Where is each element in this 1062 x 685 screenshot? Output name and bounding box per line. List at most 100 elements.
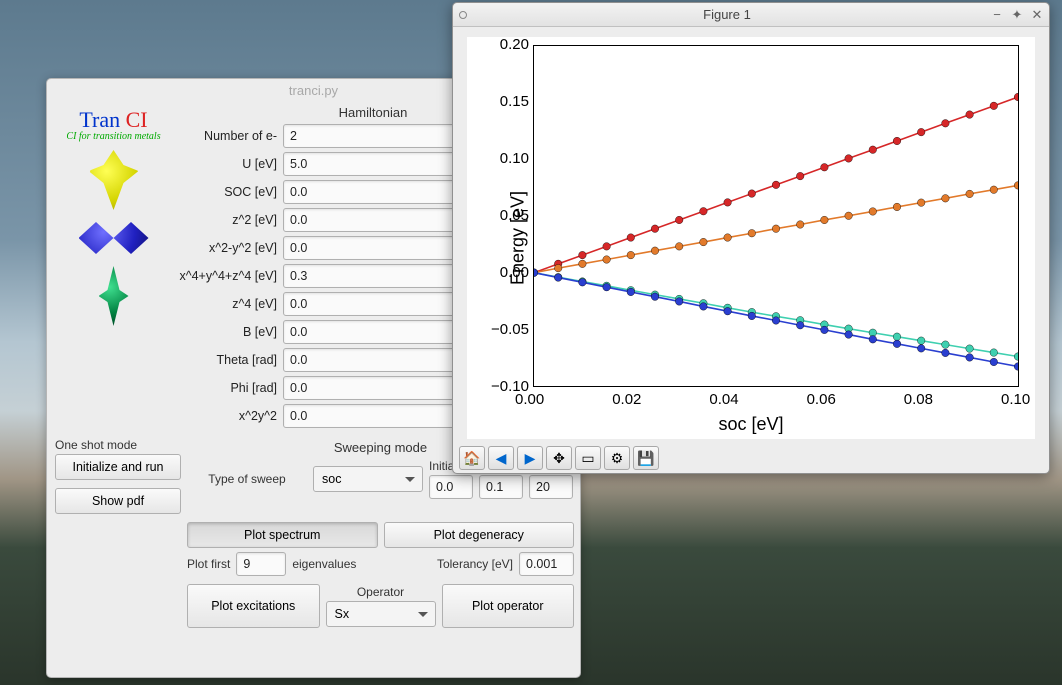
ham-label-9: Phi [rad] (172, 381, 277, 395)
typeofsweep-select[interactable]: soc (313, 466, 423, 492)
point-blue (942, 349, 950, 357)
window-menu-icon[interactable] (459, 11, 467, 19)
point-teal (917, 337, 925, 345)
show-pdf-button[interactable]: Show pdf (55, 488, 181, 514)
orbital-green-icon (99, 266, 129, 326)
point-orange (917, 199, 925, 207)
ham-label-6: z^4 [eV] (172, 297, 277, 311)
point-orange (748, 229, 756, 237)
point-blue (796, 321, 804, 329)
point-red (869, 146, 877, 154)
ham-label-10: x^2y^2 (172, 409, 277, 423)
initialize-run-button[interactable]: Initialize and run (55, 454, 181, 480)
point-orange (724, 234, 732, 242)
ham-label-0: Number of e- (172, 129, 277, 143)
orbital-blue-icon (79, 218, 149, 258)
ytick: 0.20 (500, 36, 529, 53)
tolerancy-label: Tolerancy [eV] (437, 557, 513, 571)
plot-operator-button[interactable]: Plot operator (442, 584, 575, 628)
initial-input[interactable] (429, 475, 473, 499)
point-red (966, 111, 974, 119)
pan-icon[interactable]: ✥ (546, 446, 572, 470)
plot-excitations-button[interactable]: Plot excitations (187, 584, 320, 628)
point-orange (651, 247, 659, 255)
xtick: 0.06 (807, 391, 836, 408)
orbital-yellow-icon (89, 150, 139, 210)
ham-label-8: Theta [rad] (172, 353, 277, 367)
point-red (651, 225, 659, 233)
point-orange (893, 203, 901, 211)
figure-titlebar[interactable]: Figure 1 − ✦ ✕ (453, 3, 1049, 27)
point-orange (700, 238, 708, 246)
ham-label-3: z^2 [eV] (172, 213, 277, 227)
point-teal (942, 341, 950, 349)
close-icon[interactable]: ✕ (1031, 9, 1043, 21)
point-orange (990, 186, 998, 194)
ytick: 0.10 (500, 150, 529, 167)
point-red (821, 163, 829, 171)
plot-degeneracy-button[interactable]: Plot degeneracy (384, 522, 575, 548)
ham-label-4: x^2-y^2 [eV] (172, 241, 277, 255)
point-blue (772, 317, 780, 325)
point-blue (748, 312, 756, 320)
operator-select[interactable]: Sx (326, 601, 436, 627)
logo-panel: Tran CI CI for transition metals (47, 101, 172, 434)
plot-spectrum-button[interactable]: Plot spectrum (187, 522, 378, 548)
point-red (942, 120, 950, 128)
point-red (627, 234, 635, 242)
point-blue (893, 340, 901, 348)
back-icon[interactable]: ◀ (488, 446, 514, 470)
point-red (772, 181, 780, 189)
point-red (700, 207, 708, 215)
maximize-icon[interactable]: ✦ (1011, 9, 1023, 21)
point-blue (554, 274, 562, 282)
tolerancy-input[interactable] (519, 552, 574, 576)
point-orange (796, 221, 804, 229)
ytick: 0.05 (500, 207, 529, 224)
point-red (893, 137, 901, 145)
point-teal (1014, 353, 1018, 361)
xtick: 0.02 (612, 391, 641, 408)
point-red (990, 102, 998, 110)
point-orange (675, 243, 683, 251)
final-input[interactable] (479, 475, 523, 499)
home-icon[interactable]: 🏠 (459, 446, 485, 470)
point-red (1014, 93, 1018, 101)
point-red (748, 190, 756, 198)
eigenvalues-label: eigenvalues (292, 557, 356, 571)
save-icon[interactable]: 💾 (633, 446, 659, 470)
zoom-icon[interactable]: ▭ (575, 446, 601, 470)
xtick: 0.00 (515, 391, 544, 408)
point-teal (966, 345, 974, 353)
point-red (603, 243, 611, 251)
point-orange (966, 190, 974, 198)
plotfirst-input[interactable] (236, 552, 286, 576)
point-red (724, 199, 732, 207)
figure-title: Figure 1 (471, 7, 983, 22)
point-blue (724, 307, 732, 315)
ytick: 0.00 (500, 264, 529, 281)
steps-input[interactable] (529, 475, 573, 499)
xtick: 0.10 (1001, 391, 1030, 408)
point-orange (772, 225, 780, 233)
config-icon[interactable]: ⚙ (604, 446, 630, 470)
point-orange (869, 208, 877, 216)
minimize-icon[interactable]: − (991, 9, 1003, 21)
point-blue (917, 345, 925, 353)
xlabel: soc [eV] (718, 414, 783, 435)
xtick: 0.08 (904, 391, 933, 408)
point-blue (651, 293, 659, 301)
plot-canvas: Energy [eV] soc [eV] 0.200.150.100.050.0… (467, 37, 1035, 439)
point-orange (627, 251, 635, 259)
point-red (917, 128, 925, 136)
point-blue (603, 283, 611, 291)
point-blue (675, 298, 683, 306)
oneshot-label: One shot mode (55, 438, 181, 452)
point-teal (990, 349, 998, 357)
forward-icon[interactable]: ▶ (517, 446, 543, 470)
point-blue (821, 326, 829, 334)
point-red (796, 172, 804, 180)
point-orange (821, 216, 829, 224)
operator-header: Operator (357, 585, 404, 599)
xtick: 0.04 (709, 391, 738, 408)
